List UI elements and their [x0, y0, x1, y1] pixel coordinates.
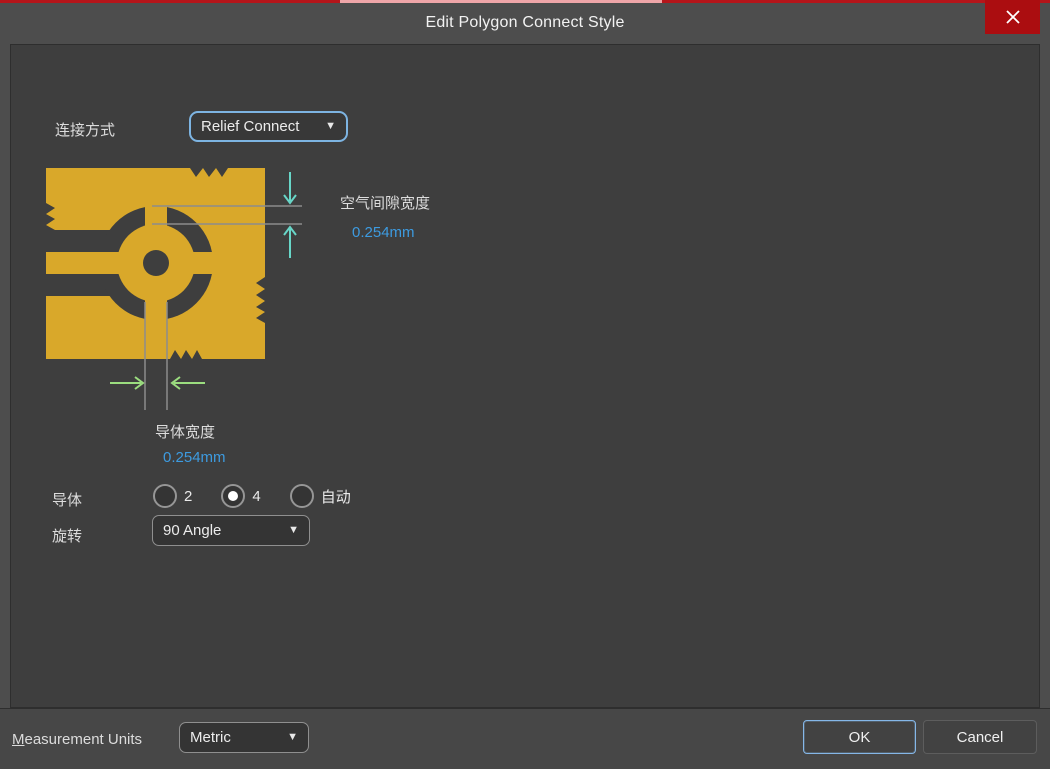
pour-edge-notch-top — [190, 168, 228, 177]
conductor-width-label: 导体宽度 — [155, 421, 215, 442]
pad-hole — [143, 250, 169, 276]
conductors-label: 导体 — [52, 489, 82, 510]
radio-label-2: 2 — [184, 488, 192, 505]
close-button[interactable] — [985, 0, 1040, 34]
dialog-title: Edit Polygon Connect Style — [0, 14, 1050, 32]
conductor-width-value[interactable]: 0.254mm — [163, 449, 226, 466]
connect-type-label: 连接方式 — [55, 119, 115, 140]
measurement-units-rest: easurement Units — [25, 731, 143, 748]
radio-conductors-4[interactable] — [221, 484, 245, 508]
rotation-label: 旋转 — [52, 525, 82, 546]
connect-type-dropdown[interactable]: Relief Connect ▼ — [189, 111, 348, 142]
air-gap-arrow-down — [284, 172, 296, 203]
rotation-dropdown[interactable]: 90 Angle ▼ — [152, 515, 310, 546]
conductor-arrow-right — [110, 377, 143, 389]
measurement-units-label: Measurement Units — [12, 731, 142, 748]
radio-dot — [297, 491, 307, 501]
radio-dot — [160, 491, 170, 501]
connect-type-value: Relief Connect — [201, 118, 299, 135]
chevron-down-icon: ▼ — [325, 121, 336, 132]
rotation-value: 90 Angle — [163, 522, 221, 539]
air-gap-arrow-up — [284, 227, 296, 258]
chevron-down-icon: ▼ — [288, 525, 299, 536]
measurement-units-dropdown[interactable]: Metric ▼ — [179, 722, 309, 753]
close-icon — [1005, 9, 1021, 25]
cancel-button[interactable]: Cancel — [923, 720, 1037, 754]
measurement-units-value: Metric — [190, 729, 231, 746]
conductor-arrow-left — [172, 377, 205, 389]
polygon-connect-preview — [40, 160, 320, 416]
conductors-radio-group: 2 4 自动 — [153, 484, 373, 508]
radio-conductors-auto[interactable] — [290, 484, 314, 508]
radio-label-auto: 自动 — [321, 486, 351, 507]
radio-label-4: 4 — [252, 488, 260, 505]
pour-edge-notch-bottom — [170, 350, 202, 359]
radio-dot — [228, 491, 238, 501]
ok-button[interactable]: OK — [803, 720, 916, 754]
air-gap-label: 空气间隙宽度 — [340, 192, 430, 213]
chevron-down-icon: ▼ — [287, 732, 298, 743]
radio-conductors-2[interactable] — [153, 484, 177, 508]
measurement-units-accel: M — [12, 731, 25, 748]
air-gap-value[interactable]: 0.254mm — [352, 224, 415, 241]
